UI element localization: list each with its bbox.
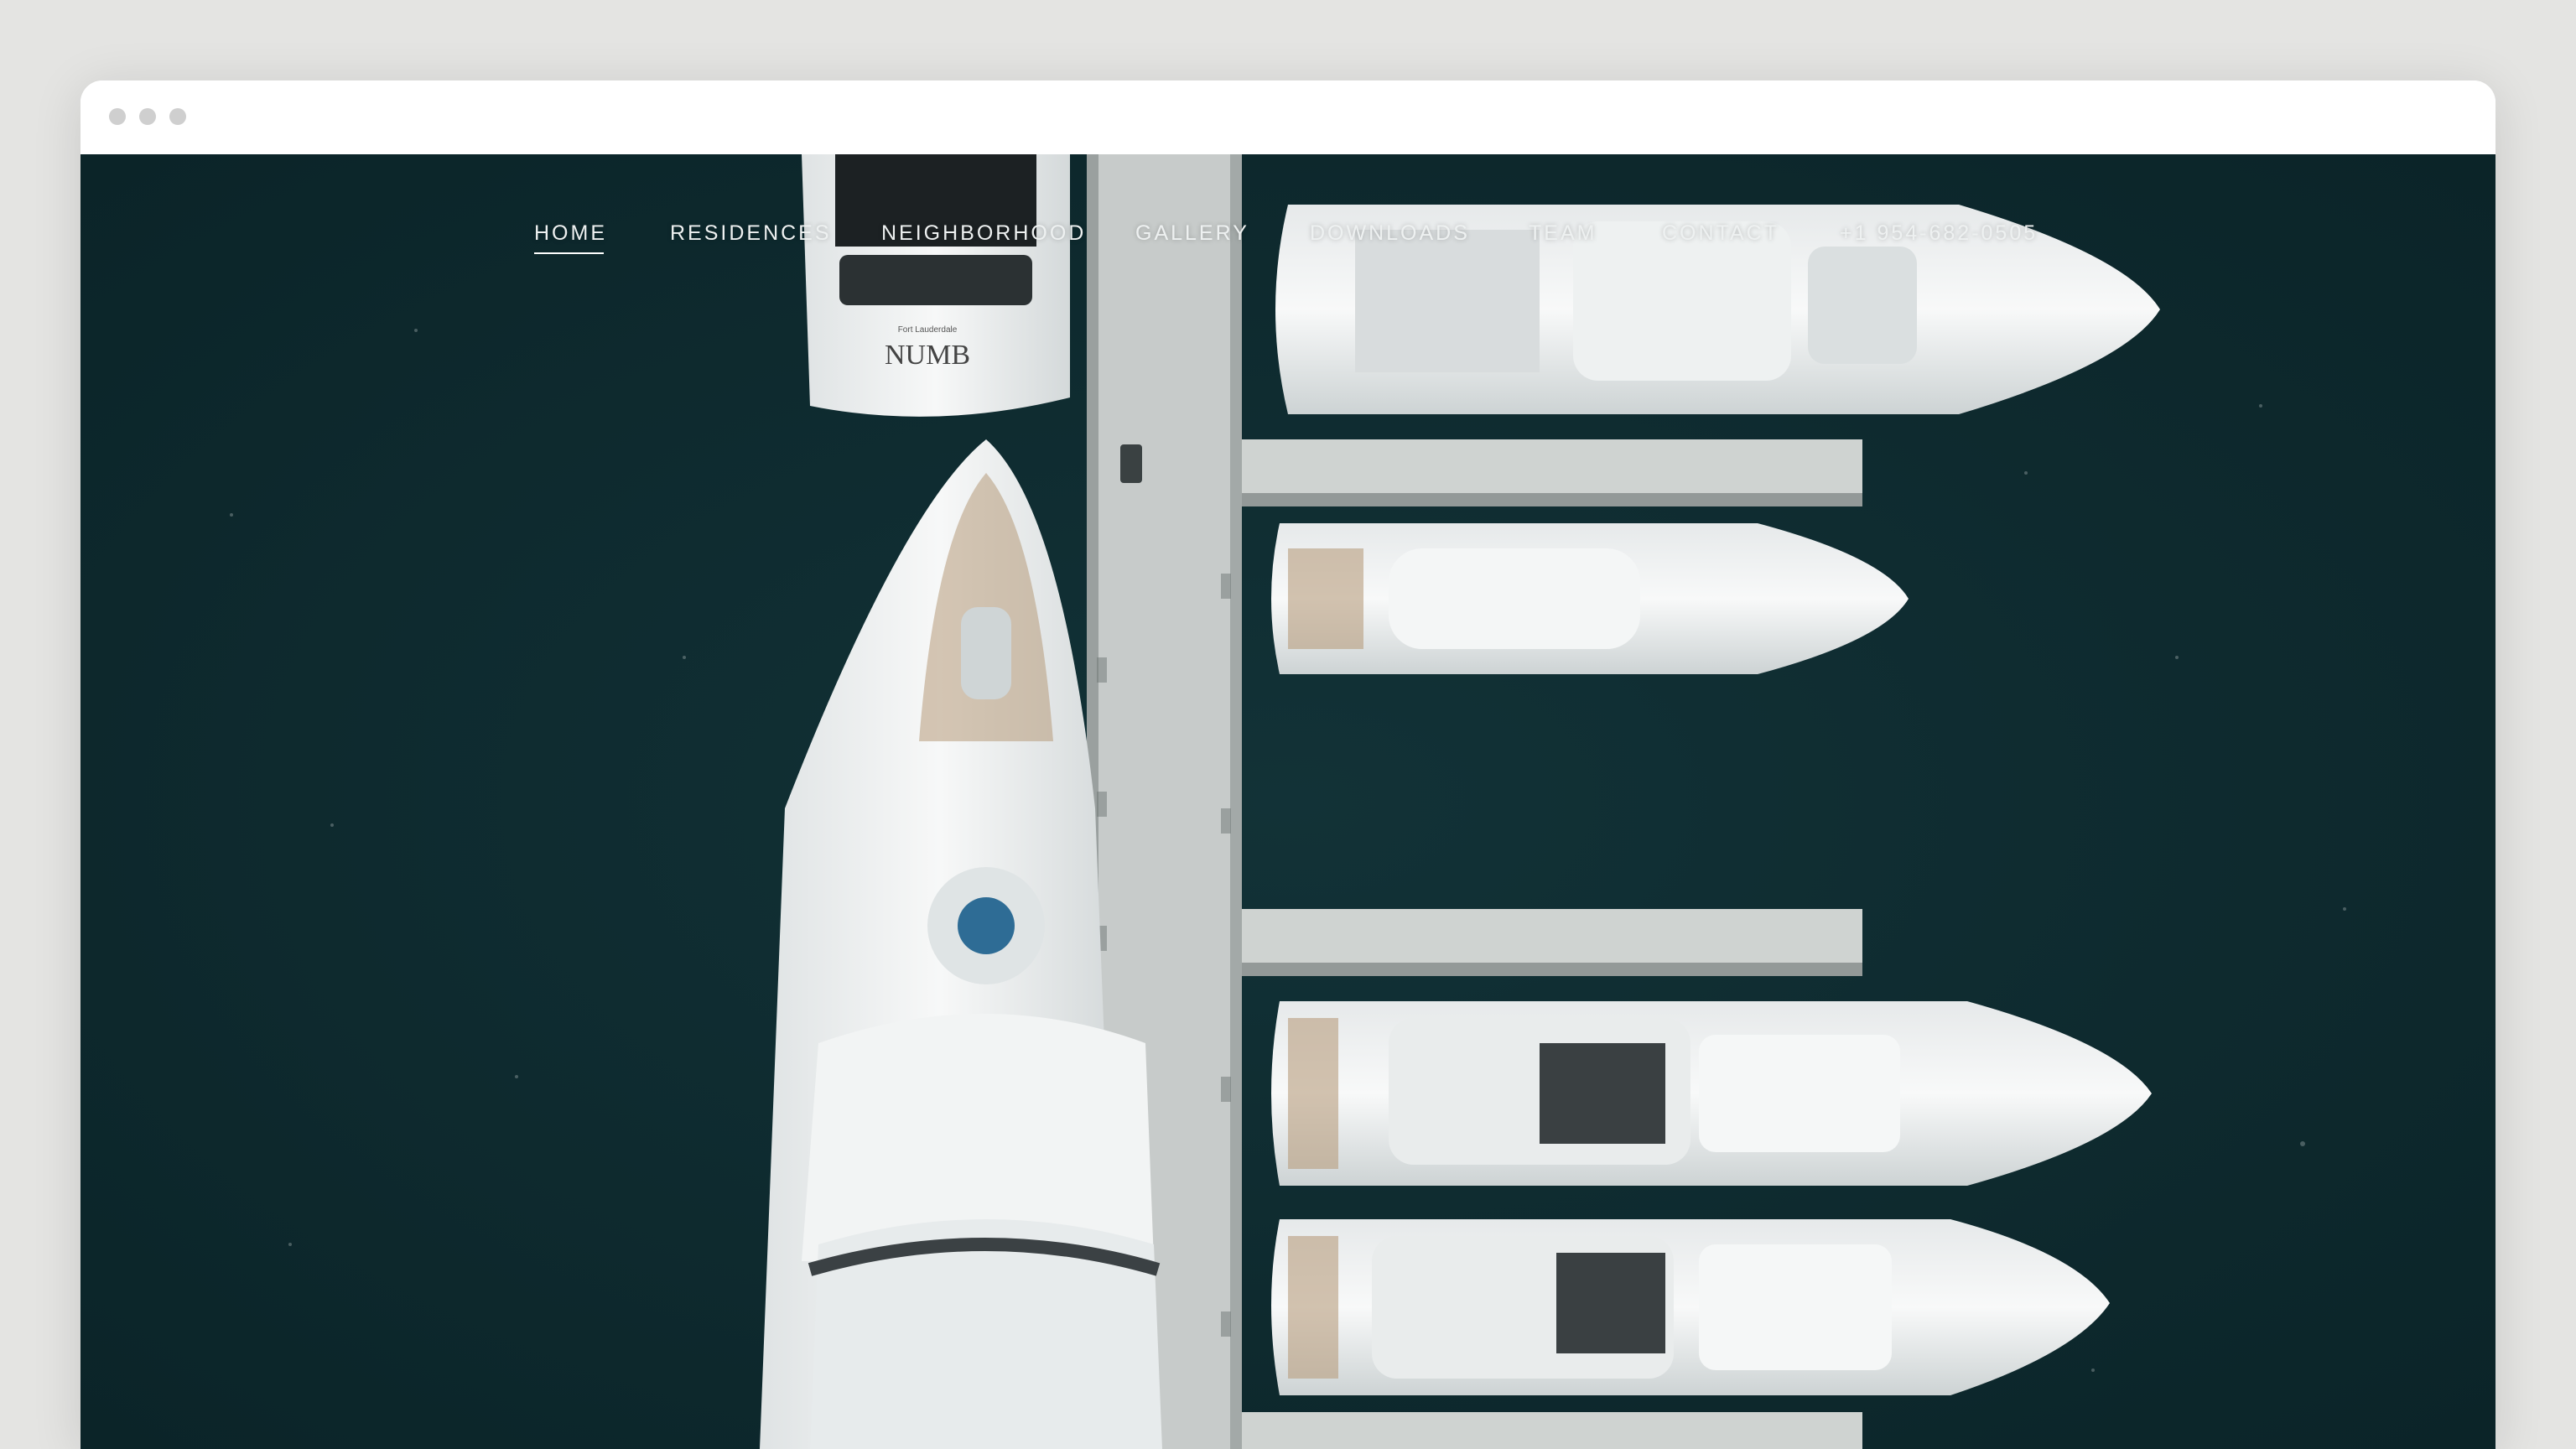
window-control-dot[interactable] [139,108,156,125]
nav-phone-link[interactable]: +1 954-682-0505 [1840,221,2038,246]
nav-downloads[interactable]: DOWNLOADS [1310,221,1470,246]
yacht-middle [1271,523,1909,674]
boat-name-text: NUMB [885,340,970,371]
nav-residences[interactable]: RESIDENCES [670,221,832,246]
hero-marina-image: NUMB Fort Lauderdale [80,154,2496,1449]
nav-contact[interactable]: CONTACT [1662,221,1779,246]
nav-home[interactable]: HOME [534,221,607,254]
top-navigation: HOME RESIDENCES NEIGHBORHOOD GALLERY DOW… [80,154,2496,272]
window-control-dot[interactable] [169,108,186,125]
window-control-dot[interactable] [109,108,126,125]
yacht-lower [1271,1001,2152,1186]
yacht-bottom [1271,1219,2110,1395]
nav-gallery[interactable]: GALLERY [1135,221,1249,246]
finger-pier [1242,1412,1862,1449]
browser-titlebar [80,80,2496,154]
nav-team[interactable]: TEAM [1529,221,1597,246]
boat-port-text: Fort Lauderdale [898,325,958,335]
nav-neighborhood[interactable]: NEIGHBORHOOD [881,221,1086,246]
browser-window: NUMB Fort Lauderdale HOME RESIDENCES NEI… [80,80,2496,1449]
page-viewport: NUMB Fort Lauderdale HOME RESIDENCES NEI… [80,154,2496,1449]
